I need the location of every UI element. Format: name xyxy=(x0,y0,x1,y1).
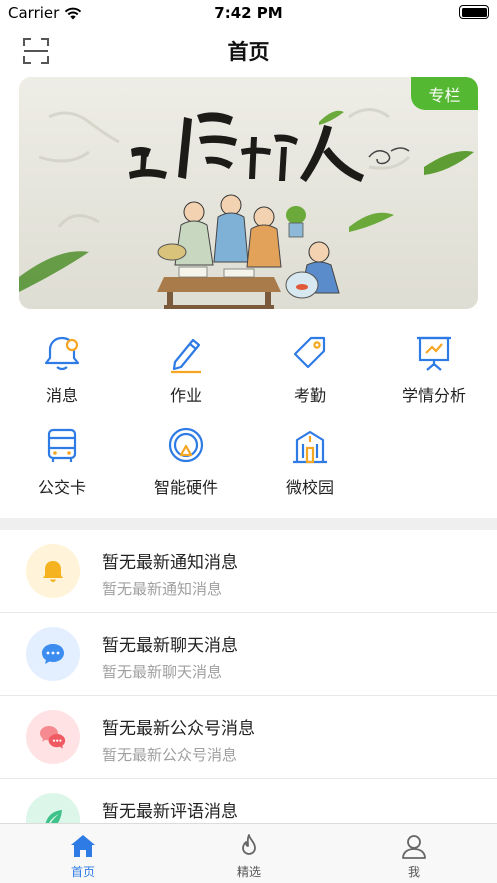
grid-label-smart-hardware: 智能硬件 xyxy=(153,478,218,497)
message-list: 暂无最新通知消息 暂无最新通知消息 暂无最新聊天消息 暂无最新聊天消息 暂无最新… xyxy=(0,530,497,862)
section-divider xyxy=(0,518,497,530)
function-grid: 消息 作业 考勤 学情分析 公交卡 智能硬件 微校园 xyxy=(0,322,497,512)
home-icon xyxy=(71,835,95,857)
device-icon xyxy=(168,427,204,463)
grid-item-messages[interactable]: 消息 xyxy=(0,322,124,412)
chat-icon xyxy=(42,644,64,664)
grid-label-micro-campus: 微校园 xyxy=(285,478,334,497)
grid-label-analysis: 学情分析 xyxy=(401,386,466,405)
chart-board-icon xyxy=(417,336,451,371)
home-screen: Carrier 7:42 PM 首页 专栏 消息 作业 考勤 学情分析 公交卡 … xyxy=(0,0,497,883)
tab-label-home: 首页 xyxy=(70,865,95,879)
user-icon xyxy=(402,835,426,859)
tab-home[interactable]: 首页 xyxy=(0,824,166,883)
grid-item-homework[interactable]: 作业 xyxy=(124,322,248,412)
banner[interactable]: 专栏 xyxy=(19,77,478,309)
grid-label-bus-card: 公交卡 xyxy=(37,478,86,497)
bell-icon xyxy=(43,561,63,582)
bus-icon xyxy=(47,428,77,462)
notice-subtitle: 暂无最新通知消息 xyxy=(102,580,223,598)
tab-featured[interactable]: 精选 xyxy=(166,824,332,883)
chat-avatar xyxy=(26,627,80,681)
grid-item-attendance[interactable]: 考勤 xyxy=(248,322,372,412)
list-item-notice[interactable]: 暂无最新通知消息 暂无最新通知消息 xyxy=(0,530,497,613)
chat-subtitle: 暂无最新聊天消息 xyxy=(102,663,223,681)
notice-avatar xyxy=(26,544,80,598)
grid-item-smart-hardware[interactable]: 智能硬件 xyxy=(124,414,248,504)
tab-label-featured: 精选 xyxy=(236,865,261,879)
bell-icon xyxy=(44,336,80,371)
banner-tag[interactable]: 专栏 xyxy=(411,77,478,110)
grid-label-homework: 作业 xyxy=(169,386,202,405)
grid-item-analysis[interactable]: 学情分析 xyxy=(372,322,496,412)
building-icon xyxy=(293,430,327,464)
official-account-title: 暂无最新公众号消息 xyxy=(102,719,255,739)
grid-label-messages: 消息 xyxy=(45,386,78,405)
nav-bar: 首页 xyxy=(0,26,497,74)
grid-label-attendance: 考勤 xyxy=(293,386,326,405)
tab-bar: 首页 精选 我 xyxy=(0,823,497,883)
chat-title: 暂无最新聊天消息 xyxy=(102,636,238,656)
battery-icon xyxy=(459,5,489,19)
page-title: 首页 xyxy=(227,40,270,64)
grid-item-micro-campus[interactable]: 微校园 xyxy=(248,414,372,504)
flame-icon xyxy=(242,834,256,855)
status-bar: Carrier 7:42 PM xyxy=(0,0,497,26)
notice-title: 暂无最新通知消息 xyxy=(102,553,238,573)
chat-bubbles-icon xyxy=(40,726,66,749)
list-item-official-account[interactable]: 暂无最新公众号消息 暂无最新公众号消息 xyxy=(0,696,497,779)
official-account-avatar xyxy=(26,710,80,764)
tab-label-me: 我 xyxy=(407,865,420,879)
pencil-icon xyxy=(171,338,201,374)
official-account-subtitle: 暂无最新公众号消息 xyxy=(102,746,238,764)
tab-me[interactable]: 我 xyxy=(331,824,497,883)
status-time: 7:42 PM xyxy=(214,4,283,22)
list-item-chat[interactable]: 暂无最新聊天消息 暂无最新聊天消息 xyxy=(0,613,497,696)
banner-illustration xyxy=(19,77,478,309)
comment-title: 暂无最新评语消息 xyxy=(102,802,238,822)
grid-item-bus-card[interactable]: 公交卡 xyxy=(0,414,124,504)
tag-icon xyxy=(293,336,326,369)
